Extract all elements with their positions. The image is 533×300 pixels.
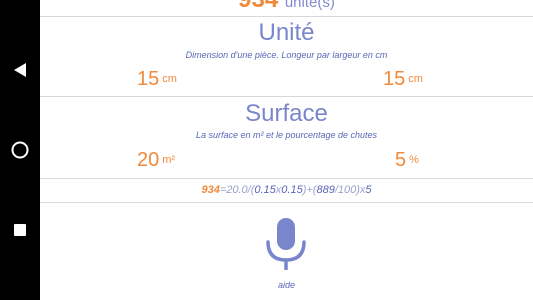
length-unit: cm [162, 73, 177, 85]
unite-title: Unité [258, 19, 315, 46]
formula-part: 889 [316, 184, 335, 196]
area-unit: m² [162, 154, 176, 166]
formula-part: =20.0/( [219, 184, 255, 196]
voice-input-button[interactable] [265, 218, 307, 271]
surface-subtitle: La surface en m² et le pourcentage de ch… [195, 130, 378, 140]
back-triangle-icon [14, 63, 26, 77]
divider [40, 96, 533, 97]
formula-result: 934 [201, 184, 220, 196]
divider [40, 178, 533, 179]
width-field[interactable]: 15 cm [383, 68, 423, 91]
formula-part: /100)x [334, 184, 366, 196]
unit-count: 934 unité(s) [40, 0, 533, 14]
divider [40, 202, 533, 203]
area-field[interactable]: 20 m² [137, 149, 175, 172]
length-value: 15 [137, 68, 160, 90]
microphone-icon [266, 218, 306, 271]
home-button[interactable] [0, 120, 40, 180]
calculator-panel: 934 unité(s) Unité Dimension d'une pièce… [40, 0, 533, 300]
system-navigation-bar [0, 0, 40, 300]
length-field[interactable]: 15 cm [137, 68, 177, 91]
waste-value: 5 [395, 149, 407, 171]
unit-count-value: 934 [238, 0, 278, 13]
unit-count-label: unité(s) [284, 0, 335, 11]
waste-field[interactable]: 5% [395, 149, 419, 172]
help-label[interactable]: aide [40, 280, 533, 290]
formula: 934=20.0/(0.15x0.15)+(889/100)x5 [40, 184, 533, 196]
area-value: 20 [137, 149, 160, 171]
home-circle-icon [11, 141, 29, 159]
divider [40, 16, 533, 17]
unite-subtitle: Dimension d'une pièce. Longeur par large… [185, 50, 388, 60]
surface-title: Surface [245, 100, 328, 127]
recents-button[interactable] [0, 200, 40, 260]
width-unit: cm [408, 73, 423, 85]
formula-part: 5 [365, 184, 372, 196]
formula-part: 0.15 [281, 184, 303, 196]
waste-unit: % [409, 154, 419, 166]
recents-square-icon [14, 224, 26, 236]
formula-part: )+( [302, 184, 317, 196]
formula-part: 0.15 [254, 184, 276, 196]
back-button[interactable] [0, 40, 40, 100]
width-value: 15 [383, 68, 406, 90]
